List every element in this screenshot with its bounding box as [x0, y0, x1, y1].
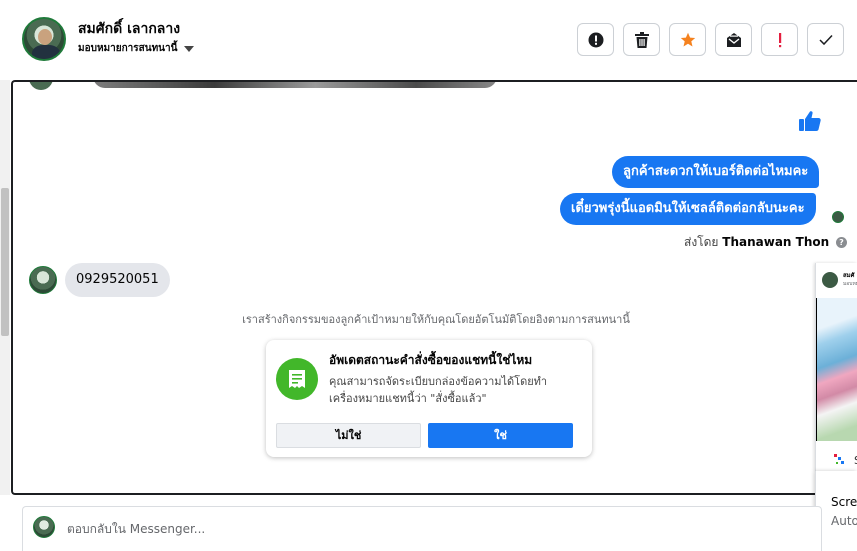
image-message-partial[interactable]	[93, 82, 497, 88]
star-button[interactable]	[669, 23, 706, 56]
reply-composer[interactable]: ตอบกลับใน Messenger...	[22, 506, 822, 551]
trash-icon	[634, 31, 649, 48]
contact-avatar-partial	[29, 82, 53, 90]
sent-by-label: ส่งโดย Thanawan Thon ?	[684, 233, 847, 252]
order-receipt-icon	[276, 358, 318, 400]
sent-by-name: Thanawan Thon	[722, 235, 830, 249]
spam-button[interactable]	[577, 23, 614, 56]
preview-image[interactable]	[816, 298, 857, 441]
preview-panel[interactable]: สมศั มอบหม	[815, 263, 857, 471]
mark-unread-button[interactable]	[715, 23, 752, 56]
assign-conversation-dropdown[interactable]: มอบหมายการสนทนานี้	[78, 41, 195, 56]
contact-avatar[interactable]	[29, 266, 57, 294]
delete-button[interactable]	[623, 23, 660, 56]
message-thread: ลูกค้าสะดวกให้เบอร์ติดต่อไหมคะ เดี๋ยวพรุ…	[11, 80, 857, 495]
preview-avatar	[822, 272, 838, 288]
important-button[interactable]	[761, 23, 798, 56]
system-note: เราสร้างกิจกรรมของลูกค้าเป้าหมายให้กับคุ…	[242, 313, 630, 326]
snip-tool-icon	[834, 454, 844, 464]
mark-done-button[interactable]	[807, 23, 844, 56]
card-title: อัพเดตสถานะคำสั่งซื้อของแชทนี้ใช่ไหม	[329, 353, 533, 367]
conversation-header: สมศักดิ์ เลากลาง มอบหมายการสนทนานี้	[0, 0, 857, 80]
reply-input[interactable]: ตอบกลับใน Messenger...	[67, 520, 205, 539]
preview-name: สมศั	[843, 272, 855, 279]
incoming-message[interactable]: 0929520051	[65, 263, 170, 297]
caret-down-icon	[184, 45, 195, 52]
seen-avatar	[832, 211, 844, 223]
yes-button[interactable]: ใช่	[428, 423, 573, 448]
chat-scrollbar[interactable]	[0, 80, 10, 495]
check-icon	[818, 34, 833, 45]
sent-by-prefix: ส่งโดย	[684, 235, 719, 249]
thumbs-up-icon	[798, 110, 822, 136]
contact-name[interactable]: สมศักดิ์ เลากลาง	[78, 18, 180, 40]
toast-title: Scre	[831, 495, 857, 509]
chat-scrollbar-thumb[interactable]	[1, 188, 9, 336]
order-status-card: อัพเดตสถานะคำสั่งซื้อของแชทนี้ใช่ไหม คุณ…	[266, 340, 592, 457]
outgoing-message[interactable]: ลูกค้าสะดวกให้เบอร์ติดต่อไหมคะ	[612, 156, 820, 188]
star-icon	[680, 32, 695, 46]
outgoing-message[interactable]: เดี๋ยวพรุ่งนี้แอดมินให้เซลล์ติดต่อกลับนะ…	[560, 193, 816, 225]
toast-subtitle: Auto	[831, 514, 857, 528]
mark-unread-icon	[726, 32, 741, 47]
card-description: คุณสามารถจัดระเบียบกล่องข้อความได้โดยทำเ…	[329, 375, 548, 405]
preview-sub: มอบหม	[843, 281, 857, 287]
no-button[interactable]: ไม่ใช่	[276, 423, 421, 448]
info-icon[interactable]: ?	[836, 237, 847, 248]
alert-circle-icon	[588, 32, 603, 47]
contact-avatar[interactable]	[22, 17, 66, 61]
assign-label: มอบหมายการสนทนานี้	[78, 43, 178, 54]
conversation-toolbar	[577, 23, 844, 56]
page-avatar	[33, 516, 55, 538]
exclamation-icon	[778, 32, 781, 47]
